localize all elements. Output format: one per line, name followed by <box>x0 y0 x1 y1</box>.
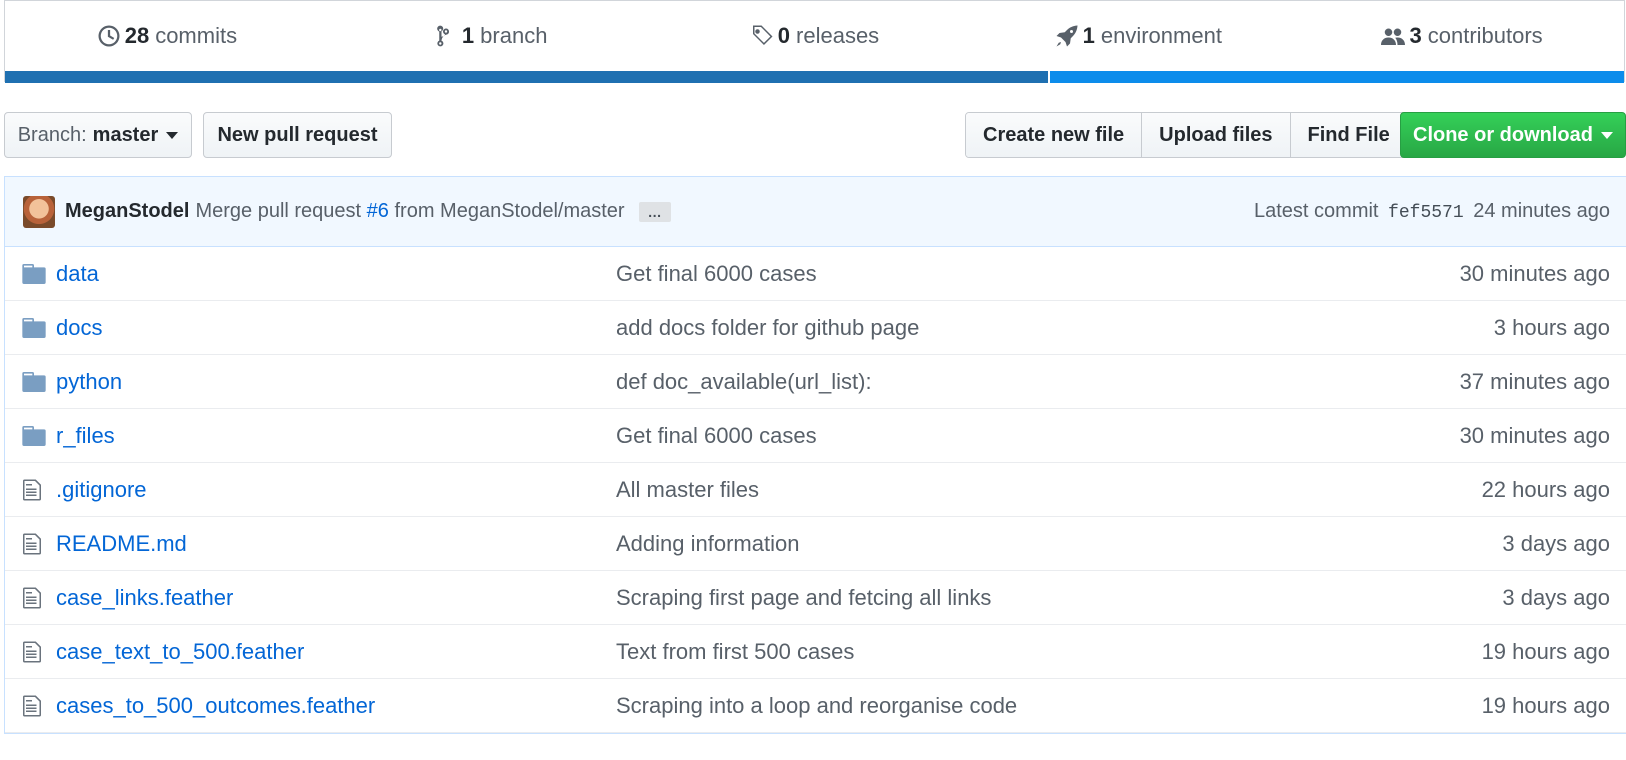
commit-author[interactable]: MeganStodel <box>65 200 189 223</box>
file-name-link[interactable]: cases_to_500_outcomes.feather <box>56 693 616 719</box>
table-row: README.md Adding information 3 days ago <box>5 517 1626 571</box>
clone-label: Clone or download <box>1413 123 1593 146</box>
branch-prefix: Branch: <box>17 123 87 146</box>
file-commit-age: 30 minutes ago <box>1459 422 1610 448</box>
table-row: case_links.feather Scraping first page an… <box>5 571 1626 625</box>
table-row: .gitignore All master files 22 hours ago <box>5 463 1626 517</box>
clone-or-download-button[interactable]: Clone or download <box>1400 112 1626 158</box>
commits-label: commits <box>155 23 238 48</box>
file-commit-message[interactable]: Get final 6000 cases <box>616 423 1460 449</box>
git-branch-icon <box>437 25 449 47</box>
latest-commit-label: Latest commit <box>1254 200 1379 222</box>
create-new-file-button[interactable]: Create new file <box>966 113 1143 157</box>
file-icon <box>22 640 48 664</box>
releases-count: 0 <box>777 23 791 48</box>
file-commit-age: 22 hours ago <box>1481 476 1610 502</box>
branch-name: master <box>92 123 159 146</box>
file-name-link[interactable]: case_links.feather <box>56 585 616 611</box>
commit-message-suffix[interactable]: from MeganStodel/master <box>394 200 624 222</box>
tag-icon <box>752 25 773 45</box>
repo-summary: 28 commits 1 branch 0 releases 1 environ… <box>4 0 1625 83</box>
file-name-link[interactable]: README.md <box>56 531 616 557</box>
contributors-link[interactable]: 3 contributors <box>1300 23 1624 49</box>
file-name-link[interactable]: r_files <box>56 423 616 449</box>
contributors-label: contributors <box>1427 23 1543 48</box>
releases-label: releases <box>796 23 880 48</box>
avatar[interactable] <box>23 195 55 228</box>
commit-message-prefix[interactable]: Merge pull request <box>195 200 361 222</box>
find-file-button[interactable]: Find File <box>1290 113 1407 157</box>
caret-down-icon <box>1601 131 1613 139</box>
caret-down-icon <box>166 131 179 139</box>
environments-label: environment <box>1100 23 1222 48</box>
branches-label: branch <box>480 23 548 48</box>
file-commit-age: 30 minutes ago <box>1459 260 1610 286</box>
file-commit-age: 37 minutes ago <box>1459 368 1610 394</box>
folder-icon <box>22 317 48 338</box>
file-name-link[interactable]: .gitignore <box>56 477 616 503</box>
language-segment-2[interactable] <box>1049 71 1624 83</box>
file-name-link[interactable]: data <box>56 261 616 287</box>
file-name-link[interactable]: docs <box>56 315 616 341</box>
file-commit-message[interactable]: Get final 6000 cases <box>616 261 1460 287</box>
file-commit-message[interactable]: Adding information <box>616 531 1502 557</box>
table-row: docs add docs folder for github page 3 hou… <box>5 301 1626 355</box>
rocket-icon <box>1056 25 1078 47</box>
file-icon <box>22 478 48 502</box>
branches-count: 1 <box>461 23 475 48</box>
file-name-link[interactable]: python <box>56 369 616 395</box>
branches-link[interactable]: 1 branch <box>329 23 653 49</box>
pull-request-link[interactable]: #6 <box>367 200 389 222</box>
commit-sha-link[interactable]: fef5571 <box>1388 203 1464 223</box>
file-icon <box>22 532 48 556</box>
language-segment-1[interactable] <box>5 71 1048 83</box>
file-actions-group: Create new file Upload files Find File <box>965 112 1408 158</box>
contributors-count: 3 <box>1409 23 1422 48</box>
file-icon <box>22 586 48 610</box>
file-commit-message[interactable]: Scraping into a loop and reorganise code <box>616 693 1482 719</box>
latest-commit-bar: MeganStodel Merge pull request #6 from M… <box>5 177 1626 247</box>
upload-files-button[interactable]: Upload files <box>1142 113 1291 157</box>
folder-icon <box>22 425 48 446</box>
new-pull-request-button[interactable]: New pull request <box>203 112 392 158</box>
table-row: r_files Get final 6000 cases 30 minutes ag… <box>5 409 1626 463</box>
commits-link[interactable]: 28 commits <box>5 23 329 49</box>
file-commit-message[interactable]: Text from first 500 cases <box>616 639 1482 665</box>
folder-icon <box>22 263 48 284</box>
commit-age: 24 minutes ago <box>1473 200 1610 222</box>
file-table: MeganStodel Merge pull request #6 from M… <box>4 176 1626 734</box>
file-commit-age: 3 days ago <box>1502 584 1610 610</box>
commits-count: 28 <box>124 23 150 48</box>
language-bar[interactable] <box>5 71 1624 83</box>
branch-select-button[interactable]: Branch: master <box>4 112 192 158</box>
history-icon <box>98 25 120 47</box>
file-commit-age: 19 hours ago <box>1481 692 1610 718</box>
file-commit-age: 19 hours ago <box>1481 638 1610 664</box>
file-commit-message[interactable]: add docs folder for github page <box>616 315 1494 341</box>
file-commit-age: 3 hours ago <box>1493 314 1610 340</box>
expand-commit-button[interactable]: … <box>638 201 671 222</box>
file-commit-message[interactable]: Scraping first page and fetcing all link… <box>616 585 1502 611</box>
table-row: python def doc_available(url_list): 37 min… <box>5 355 1626 409</box>
environments-count: 1 <box>1082 23 1095 48</box>
table-row: cases_to_500_outcomes.feather Scraping in… <box>5 679 1626 733</box>
table-row: data Get final 6000 cases 30 minutes ago <box>5 247 1626 301</box>
releases-link[interactable]: 0 releases <box>653 23 977 49</box>
folder-icon <box>22 371 48 392</box>
file-commit-age: 3 days ago <box>1502 530 1610 556</box>
people-icon <box>1381 28 1406 45</box>
file-icon <box>22 694 48 718</box>
latest-commit-info: Latest commit fef5571 24 minutes ago <box>1254 200 1610 223</box>
table-row: case_text_to_500.feather Text from first … <box>5 625 1626 679</box>
environments-link[interactable]: 1 environment <box>976 23 1300 49</box>
file-commit-message[interactable]: All master files <box>616 477 1482 503</box>
commit-message: Merge pull request #6 from MeganStodel/m… <box>195 200 624 223</box>
file-name-link[interactable]: case_text_to_500.feather <box>56 639 616 665</box>
file-commit-message[interactable]: def doc_available(url_list): <box>616 369 1460 395</box>
